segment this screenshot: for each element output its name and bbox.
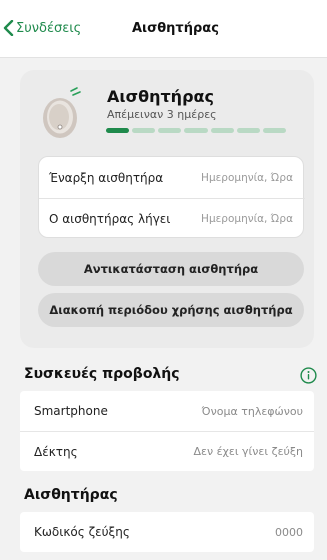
pairing-code-label: Κωδικός ζεύξης [34, 525, 130, 539]
progress-segment [236, 128, 260, 133]
display-devices-heading: Συσκευές προβολής [24, 366, 180, 382]
list-item-receiver[interactable]: Δέκτης Δεν έχει γίνει ζεύξη [20, 431, 314, 471]
progress-segment [106, 128, 130, 133]
back-button[interactable]: Συνδέσεις [3, 20, 81, 36]
sensor-section-heading: Αισθητήρας [24, 487, 118, 503]
sensor-card: Αισθητήρας Απέμειναν 3 ημέρες Έναρξη αισ… [20, 70, 314, 348]
list-item-smartphone[interactable]: Smartphone Όνομα τηλεφώνου [20, 391, 314, 431]
receiver-value: Δεν έχει γίνει ζεύξη [193, 445, 303, 458]
progress-segment [184, 128, 208, 133]
sensor-device-icon [43, 87, 81, 138]
sensor-remaining: Απέμειναν 3 ημέρες [107, 108, 217, 121]
chevron-left-icon [3, 20, 14, 36]
progress-segment [210, 128, 234, 133]
info-circle-icon[interactable] [300, 367, 317, 384]
back-label: Συνδέσεις [16, 20, 82, 36]
smartphone-label: Smartphone [34, 404, 108, 418]
sensor-start-value[interactable]: Ημερομηνία, Ώρα [201, 172, 293, 184]
sensor-settings-list: Κωδικός ζεύξης 0000 [20, 512, 314, 552]
sensor-expiry-row: Ο αισθητήρας λήγει Ημερομηνία, Ώρα [39, 198, 305, 239]
sensor-title: Αισθητήρας [107, 87, 214, 106]
sensor-dates-box: Έναρξη αισθητήρα Ημερομηνία, Ώρα Ο αισθη… [38, 156, 305, 239]
replace-sensor-button[interactable]: Αντικατάσταση αισθητήρα [38, 252, 304, 286]
sensor-lifetime-progress [106, 128, 286, 133]
pairing-code-value: 0000 [275, 525, 303, 539]
progress-segment [262, 128, 286, 133]
sensor-expiry-value[interactable]: Ημερομηνία, Ώρα [201, 213, 293, 225]
page-title: Αισθητήρας [132, 21, 219, 36]
sensor-expiry-label: Ο αισθητήρας λήγει [49, 212, 171, 226]
progress-segment [132, 128, 156, 133]
sensor-start-label: Έναρξη αισθητήρα [49, 170, 164, 185]
sensor-start-row: Έναρξη αισθητήρα Ημερομηνία, Ώρα [39, 157, 305, 198]
display-devices-list: Smartphone Όνομα τηλεφώνου Δέκτης Δεν έχ… [20, 391, 314, 471]
smartphone-value: Όνομα τηλεφώνου [201, 404, 303, 418]
list-item-pairing-code[interactable]: Κωδικός ζεύξης 0000 [20, 512, 314, 552]
receiver-label: Δέκτης [34, 444, 78, 459]
progress-segment [158, 128, 182, 133]
stop-sensor-session-button[interactable]: Διακοπή περιόδου χρήσης αισθητήρα [38, 293, 304, 327]
navigation-bar: Συνδέσεις Αισθητήρας [0, 0, 327, 58]
